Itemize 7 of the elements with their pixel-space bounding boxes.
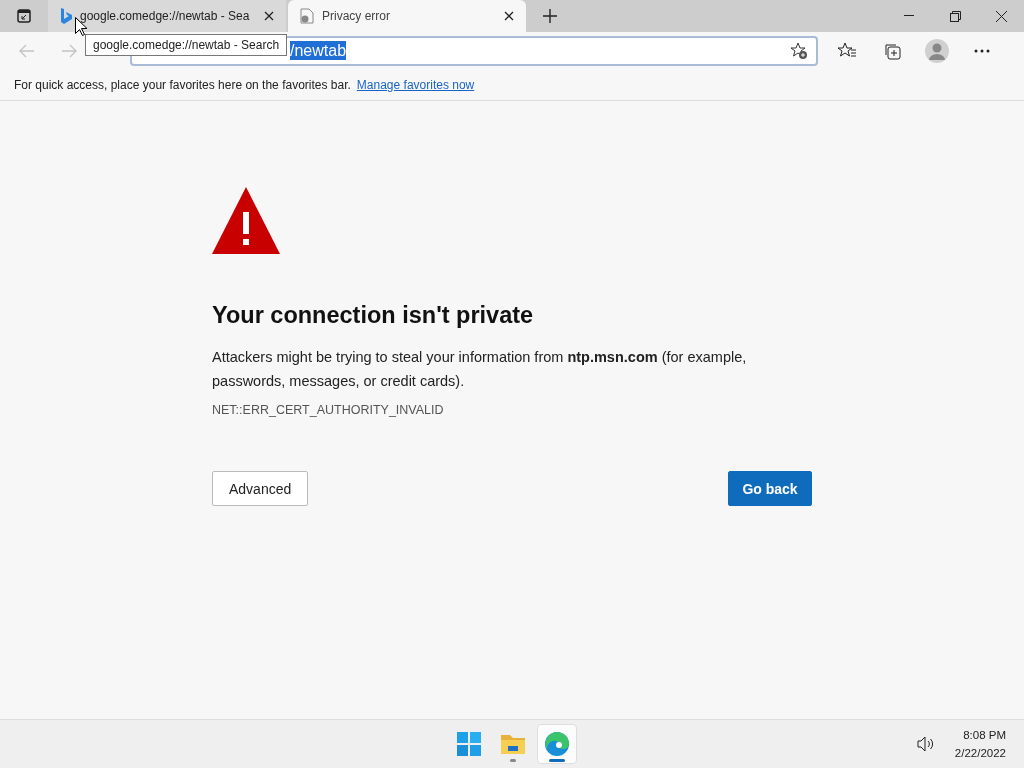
error-title: Your connection isn't private xyxy=(212,302,535,329)
tab-tooltip: google.comedge://newtab - Search xyxy=(85,34,288,56)
favorites-bar-hint: For quick access, place your favorites here on the favorites bar. xyxy=(14,78,351,92)
error-code: NET::ERR_CERT_AUTHORITY_INVALID xyxy=(212,403,445,417)
clock-time: 8:08 PM xyxy=(962,728,1006,743)
clock-date: 2/22/2022 xyxy=(954,746,1006,761)
error-message: Attackers might be trying to steal your information from ntp.msn.com (for example, passwords, messages, or credit cards). xyxy=(212,348,748,391)
